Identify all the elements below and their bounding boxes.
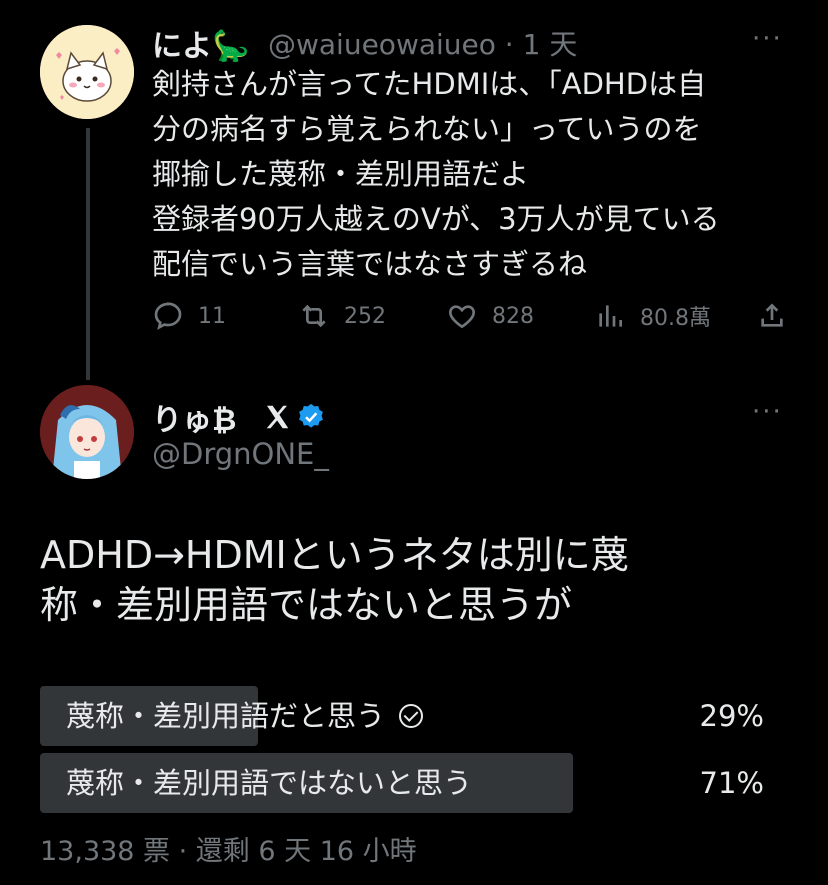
x-logo-icon	[267, 405, 289, 429]
views-icon	[599, 305, 622, 327]
parent-handle[interactable]: @waiueowaiueo	[268, 28, 496, 61]
like-action[interactable]: 828	[446, 300, 534, 332]
tweet-line: 分の病名すら覚えられない」っていうのを	[152, 112, 702, 146]
poll-option-1: 蔑称・差別用語だと思う 29%	[40, 686, 790, 746]
reply-handle[interactable]: @DrgnONE_	[152, 437, 329, 471]
poll-footer: 13,338 票 · 還剩 6 天 16 小時	[40, 836, 417, 867]
parent-tweet-text: 剣持さんが言ってたHDMIは、「ADHDは自 分の病名すら覚えられない」っていう…	[152, 62, 802, 287]
selected-check-icon	[399, 704, 424, 728]
reply-more-icon[interactable]: ···	[752, 397, 783, 427]
retweet-count: 252	[344, 303, 386, 329]
views-count: 80.8萬	[640, 306, 711, 331]
poll-option-label: 蔑称・差別用語だと思う	[66, 699, 386, 733]
verified-badge-icon	[299, 403, 324, 428]
views-action[interactable]: 80.8萬	[594, 300, 711, 332]
reply-tweet-text: ADHD→HDMIというネタは別に蔑 称・差別用語ではないと思うが	[40, 530, 800, 630]
tweet-line: 称・差別用語ではないと思うが	[40, 583, 573, 627]
poll-option-2: 蔑称・差別用語ではないと思う 71%	[40, 753, 790, 813]
parent-time[interactable]: 1 天	[523, 28, 578, 61]
anime-avatar-image	[40, 385, 134, 479]
reply-avatar[interactable]	[40, 385, 134, 479]
parent-action-bar: 11 252 828 80.8萬	[152, 300, 792, 340]
poll-option-percent: 29%	[699, 699, 764, 733]
tweet-line: 登録者90万人越えのVが、3万人が見ている	[152, 202, 720, 236]
tweet-line: 配信でいう言葉ではなさすぎるね	[152, 247, 588, 281]
poll-option-label: 蔑称・差別用語ではないと思う	[66, 766, 473, 800]
parent-avatar[interactable]	[40, 25, 134, 119]
share-action[interactable]	[756, 300, 802, 332]
parent-display-name[interactable]: によ🦕	[152, 21, 249, 65]
tweet-line: 剣持さんが言ってたHDMIは、「ADHDは自	[152, 67, 707, 101]
thread-connector	[86, 128, 90, 380]
retweet-icon	[302, 304, 326, 328]
reply-count: 11	[198, 303, 226, 329]
reply-display-name[interactable]: りゅ₿	[152, 395, 236, 439]
heart-icon	[449, 305, 475, 329]
parent-meta: @waiueowaiueo · 1 天	[268, 23, 577, 63]
tweet-line: 揶揄した蔑称・差別用語だよ	[152, 157, 530, 191]
retweet-action[interactable]: 252	[298, 300, 386, 332]
parent-more-icon[interactable]: ···	[752, 24, 783, 54]
tweet-line: ADHD→HDMIというネタは別に蔑	[40, 533, 629, 577]
poll-option-percent: 71%	[699, 766, 764, 800]
meta-separator: ·	[504, 28, 514, 61]
cat-avatar-image	[40, 25, 134, 119]
like-count: 828	[492, 303, 534, 329]
reply-action[interactable]: 11	[152, 300, 226, 332]
reply-icon	[154, 302, 182, 330]
share-icon	[761, 303, 783, 327]
reply-name-row: りゅ₿	[152, 395, 326, 439]
